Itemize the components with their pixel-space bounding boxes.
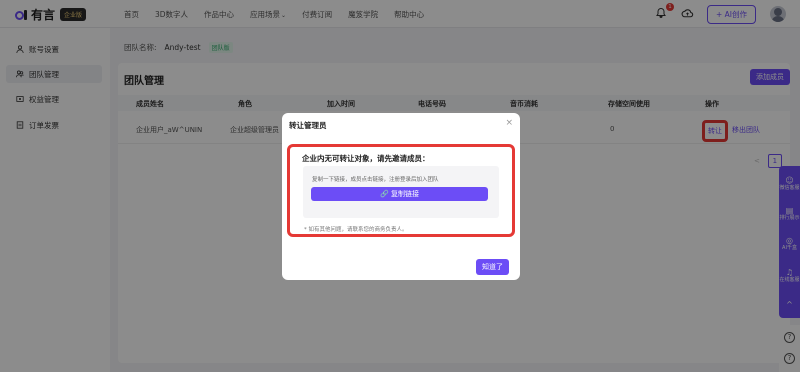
copy-link-button[interactable]: 🔗 复制链接 — [311, 187, 488, 201]
invite-panel: 复制一下链接，成员点击链接，注册登录后加入团队 🔗 复制链接 — [303, 166, 499, 218]
got-it-button[interactable]: 知道了 — [476, 259, 509, 275]
invite-heading: 企业内无可转让对象，请先邀请成员： — [302, 154, 430, 163]
dialog-title: 转让管理员 — [289, 121, 327, 130]
contact-note: * 如有其他问题，请联系您的商务负责人。 — [304, 227, 408, 233]
invite-description: 复制一下链接，成员点击链接，注册登录后加入团队 — [312, 177, 439, 183]
transfer-admin-dialog: 转让管理员 × 企业内无可转让对象，请先邀请成员： 复制一下链接，成员点击链接，… — [282, 113, 520, 280]
highlight-box: 企业内无可转让对象，请先邀请成员： 复制一下链接，成员点击链接，注册登录后加入团… — [287, 144, 515, 237]
close-icon[interactable]: × — [505, 118, 513, 128]
